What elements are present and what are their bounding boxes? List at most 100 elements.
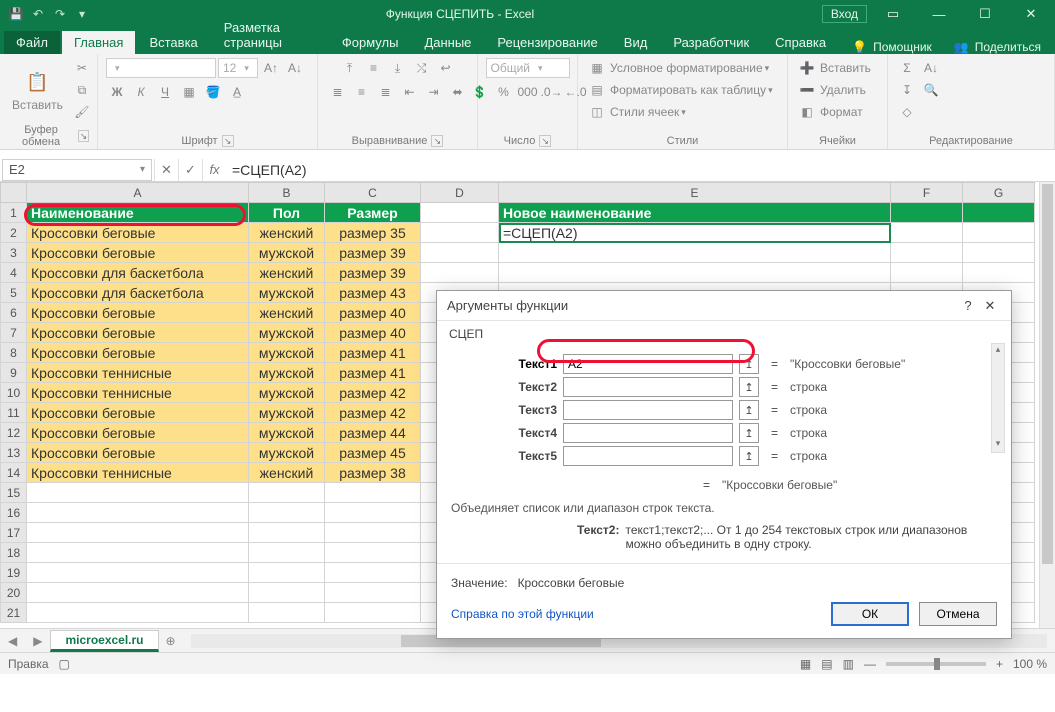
cell[interactable]: Размер bbox=[325, 203, 421, 223]
font-size-select[interactable]: 12 bbox=[218, 58, 258, 78]
row-header[interactable]: 1 bbox=[1, 203, 27, 223]
cell[interactable]: женский bbox=[249, 223, 325, 243]
arg-input-2[interactable] bbox=[563, 377, 733, 397]
align-middle-icon[interactable]: ≡ bbox=[363, 58, 385, 78]
cell[interactable] bbox=[249, 523, 325, 543]
insert-cells-button[interactable]: ➕Вставить bbox=[796, 58, 871, 78]
cell[interactable]: размер 38 bbox=[325, 463, 421, 483]
cell[interactable]: женский bbox=[249, 463, 325, 483]
row-header[interactable]: 14 bbox=[1, 463, 27, 483]
cell[interactable] bbox=[249, 543, 325, 563]
cell[interactable]: Кроссовки для баскетбола bbox=[27, 283, 249, 303]
cell[interactable]: размер 41 bbox=[325, 363, 421, 383]
cell[interactable] bbox=[27, 503, 249, 523]
view-page-icon[interactable]: ▤ bbox=[821, 657, 832, 671]
range-picker-icon[interactable]: ↥ bbox=[739, 446, 759, 466]
vertical-scrollbar[interactable] bbox=[1039, 182, 1055, 628]
number-launcher-icon[interactable]: ↘ bbox=[539, 135, 551, 147]
align-launcher-icon[interactable]: ↘ bbox=[431, 135, 443, 147]
cell[interactable]: Кроссовки теннисные bbox=[27, 463, 249, 483]
cell[interactable] bbox=[963, 243, 1035, 263]
tab-developer[interactable]: Разработчик bbox=[661, 31, 761, 54]
tab-review[interactable]: Рецензирование bbox=[485, 31, 609, 54]
tab-formulas[interactable]: Формулы bbox=[330, 31, 411, 54]
range-picker-icon[interactable]: ↥ bbox=[739, 377, 759, 397]
row-header[interactable]: 17 bbox=[1, 523, 27, 543]
cell[interactable]: Новое наименование bbox=[499, 203, 891, 223]
cell[interactable] bbox=[325, 503, 421, 523]
cell[interactable]: размер 42 bbox=[325, 383, 421, 403]
cell[interactable]: размер 43 bbox=[325, 283, 421, 303]
align-bottom-icon[interactable]: ⤓ bbox=[387, 58, 409, 78]
row-header[interactable]: 5 bbox=[1, 283, 27, 303]
cell[interactable]: размер 41 bbox=[325, 343, 421, 363]
cell[interactable] bbox=[963, 223, 1035, 243]
row-header[interactable]: 3 bbox=[1, 243, 27, 263]
cell[interactable]: Пол bbox=[249, 203, 325, 223]
args-scrollbar[interactable]: ▴▾ bbox=[991, 343, 1005, 453]
cell[interactable]: Кроссовки для баскетбола bbox=[27, 263, 249, 283]
cell[interactable] bbox=[421, 263, 499, 283]
cell[interactable]: Кроссовки беговые bbox=[27, 303, 249, 323]
sheet-nav-prev-icon[interactable]: ◀ bbox=[0, 634, 25, 648]
row-header[interactable]: 4 bbox=[1, 263, 27, 283]
cell[interactable] bbox=[27, 523, 249, 543]
tab-layout[interactable]: Разметка страницы bbox=[212, 16, 328, 54]
row-header[interactable]: 18 bbox=[1, 543, 27, 563]
row-header[interactable]: 21 bbox=[1, 603, 27, 623]
range-picker-icon[interactable]: ↥ bbox=[739, 400, 759, 420]
fx-icon[interactable]: fx bbox=[202, 159, 226, 181]
underline-button[interactable]: Ч bbox=[154, 82, 176, 102]
row-header[interactable]: 12 bbox=[1, 423, 27, 443]
close-icon[interactable]: ✕ bbox=[1011, 0, 1051, 28]
undo-icon[interactable]: ↶ bbox=[28, 4, 48, 24]
fill-color-icon[interactable]: 🪣 bbox=[202, 82, 224, 102]
cell[interactable] bbox=[27, 603, 249, 623]
cell[interactable] bbox=[325, 563, 421, 583]
cell[interactable] bbox=[325, 603, 421, 623]
function-help-link[interactable]: Справка по этой функции bbox=[451, 607, 594, 621]
align-top-icon[interactable]: ⤒ bbox=[339, 58, 361, 78]
cell[interactable]: мужской bbox=[249, 283, 325, 303]
format-table-button[interactable]: ▤Форматировать как таблицу▾ bbox=[586, 80, 773, 100]
column-header-C[interactable]: C bbox=[325, 183, 421, 203]
column-header-D[interactable]: D bbox=[421, 183, 499, 203]
conditional-formatting-button[interactable]: ▦Условное форматирование▾ bbox=[586, 58, 769, 78]
cell[interactable]: Кроссовки беговые bbox=[27, 223, 249, 243]
comma-icon[interactable]: 000 bbox=[517, 82, 539, 102]
font-launcher-icon[interactable]: ↘ bbox=[222, 135, 234, 147]
cell[interactable]: Кроссовки беговые bbox=[27, 243, 249, 263]
row-header[interactable]: 13 bbox=[1, 443, 27, 463]
row-header[interactable]: 20 bbox=[1, 583, 27, 603]
signin-button[interactable]: Вход bbox=[822, 5, 867, 23]
share-button[interactable]: 👥Поделиться bbox=[944, 40, 1051, 54]
column-header-F[interactable]: F bbox=[891, 183, 963, 203]
tab-view[interactable]: Вид bbox=[612, 31, 660, 54]
cell[interactable]: Кроссовки беговые bbox=[27, 343, 249, 363]
cell[interactable] bbox=[249, 503, 325, 523]
bold-button[interactable]: Ж bbox=[106, 82, 128, 102]
fill-icon[interactable]: ↧ bbox=[896, 80, 918, 100]
add-sheet-icon[interactable]: ⊕ bbox=[159, 634, 183, 648]
cell[interactable] bbox=[27, 583, 249, 603]
cell[interactable]: Кроссовки беговые bbox=[27, 323, 249, 343]
cancel-formula-icon[interactable]: ✕ bbox=[154, 159, 178, 181]
select-all-corner[interactable] bbox=[1, 183, 27, 203]
cell[interactable]: Кроссовки теннисные bbox=[27, 383, 249, 403]
cell[interactable]: размер 35 bbox=[325, 223, 421, 243]
delete-cells-button[interactable]: ➖Удалить bbox=[796, 80, 866, 100]
range-picker-icon[interactable]: ↥ bbox=[739, 423, 759, 443]
row-header[interactable]: 8 bbox=[1, 343, 27, 363]
cell[interactable]: размер 39 bbox=[325, 263, 421, 283]
name-box[interactable]: E2 bbox=[2, 159, 152, 181]
maximize-icon[interactable]: ☐ bbox=[965, 0, 1005, 28]
cell[interactable]: мужской bbox=[249, 383, 325, 403]
cell[interactable]: размер 39 bbox=[325, 243, 421, 263]
cell[interactable]: размер 45 bbox=[325, 443, 421, 463]
autosum-icon[interactable]: Σ bbox=[896, 58, 918, 78]
arg-input-1[interactable] bbox=[563, 354, 733, 374]
italic-button[interactable]: К bbox=[130, 82, 152, 102]
arg-input-5[interactable] bbox=[563, 446, 733, 466]
cell[interactable] bbox=[249, 603, 325, 623]
cell[interactable] bbox=[325, 543, 421, 563]
